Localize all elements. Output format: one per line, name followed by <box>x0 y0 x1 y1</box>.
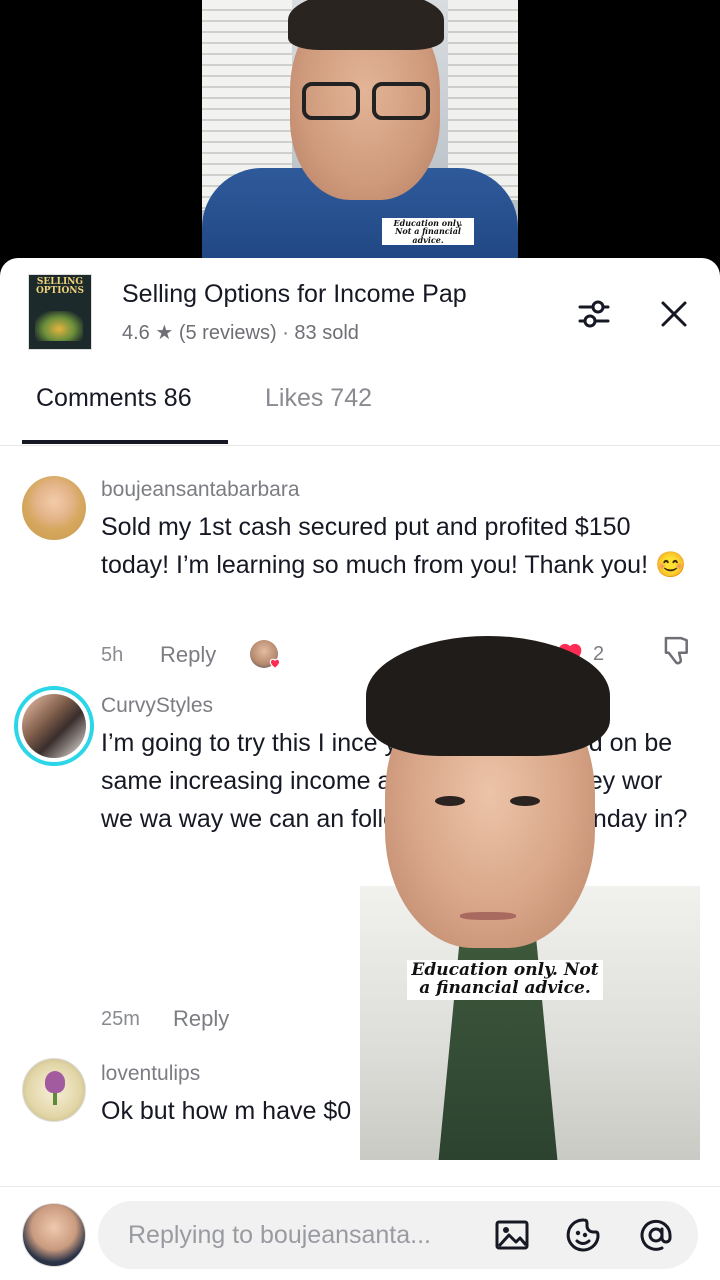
pip-caption: Education only. Not a financial advice. <box>407 960 603 1000</box>
comment-username[interactable]: CurvyStyles <box>101 694 213 718</box>
close-icon[interactable] <box>654 294 694 334</box>
current-user-avatar[interactable] <box>22 1203 86 1267</box>
reply-button[interactable]: Reply <box>160 642 216 668</box>
filter-icon[interactable] <box>574 294 614 334</box>
glasses-right <box>372 82 430 120</box>
comment-time: 5h <box>101 644 124 666</box>
avatar[interactable] <box>22 1058 86 1122</box>
product-rating: 4.6 ★ (5 reviews) · 83 sold <box>122 322 359 344</box>
tulip-icon <box>45 1071 65 1093</box>
emoji-sticker-icon[interactable] <box>564 1215 604 1255</box>
comment-username[interactable]: loventulips <box>101 1062 200 1086</box>
image-icon[interactable] <box>492 1215 532 1255</box>
reply-placeholder: Replying to boujeansanta... <box>128 1221 431 1249</box>
comment-tabs: Comments 86 Likes 742 <box>0 370 720 446</box>
pip-mouth <box>460 912 516 920</box>
avatar-image <box>22 694 86 758</box>
creator-heart-icon <box>268 656 282 670</box>
reply-button[interactable]: Reply <box>173 1006 229 1032</box>
product-title[interactable]: Selling Options for Income Pap <box>122 280 552 309</box>
product-thumbnail[interactable]: SELLING OPTIONS <box>28 274 92 350</box>
pip-video[interactable]: Education only. Not a financial advice. <box>360 636 700 1160</box>
pip-eye <box>510 796 540 806</box>
video-caption: Education only. Not a financial advice. <box>382 218 474 246</box>
active-tab-indicator <box>22 440 228 444</box>
mention-icon[interactable] <box>636 1215 676 1255</box>
avatar[interactable] <box>14 686 94 766</box>
pip-hair <box>366 636 610 756</box>
video-player[interactable]: Education only. Not a financial advice. <box>202 0 518 262</box>
thumbnail-title: SELLING OPTIONS <box>35 277 85 296</box>
glasses-left <box>302 82 360 120</box>
comment-username[interactable]: boujeansantabarbara <box>101 478 300 502</box>
tab-comments[interactable]: Comments 86 <box>36 384 192 413</box>
thumbnail-art <box>35 311 83 341</box>
tab-likes[interactable]: Likes 742 <box>265 384 372 413</box>
comment-time: 25m <box>101 1008 140 1030</box>
pip-eye <box>435 796 465 806</box>
presenter-hair <box>288 0 444 50</box>
reply-bar: Replying to boujeansanta... <box>0 1186 720 1280</box>
avatar[interactable] <box>22 476 86 540</box>
reply-input[interactable]: Replying to boujeansanta... <box>98 1201 698 1269</box>
product-header[interactable]: SELLING OPTIONS Selling Options for Inco… <box>0 258 720 366</box>
comment-text: Sold my 1st cash secured put and profite… <box>101 513 687 579</box>
